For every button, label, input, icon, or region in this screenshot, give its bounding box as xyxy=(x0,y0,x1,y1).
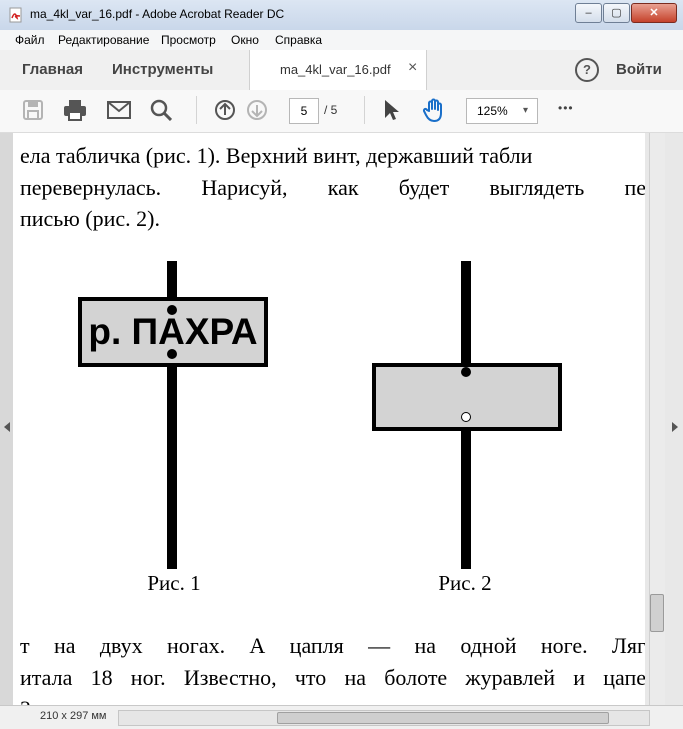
save-icon[interactable] xyxy=(22,99,44,121)
menu-edit[interactable]: Редактирование xyxy=(58,33,149,47)
minimize-button[interactable]: – xyxy=(575,3,602,23)
tab-title: ma_4kl_var_16.pdf xyxy=(280,62,391,77)
maximize-button[interactable]: ▢ xyxy=(603,3,630,23)
text-line: итала 18 ног. Известно, что на болоте жу… xyxy=(20,665,645,690)
chevron-down-icon: ▾ xyxy=(523,105,529,116)
toolbar-divider xyxy=(196,96,197,124)
vertical-scrollbar-thumb[interactable] xyxy=(650,594,664,632)
document-page: ела табличка (рис. 1). Верхний винт, дер… xyxy=(13,133,645,705)
horizontal-scrollbar-thumb[interactable] xyxy=(277,712,609,724)
menu-bar: Файл Редактирование Просмотр Окно Справк… xyxy=(0,30,683,51)
nav-tools[interactable]: Инструменты xyxy=(112,61,213,78)
fig2-screw-filled xyxy=(461,367,471,377)
text-line: 2 xyxy=(20,696,645,705)
menu-file[interactable]: Файл xyxy=(15,33,45,47)
print-icon[interactable] xyxy=(63,99,87,121)
email-icon[interactable] xyxy=(107,101,131,119)
nav-bar: Главная Инструменты ma_4kl_var_16.pdf × … xyxy=(0,50,683,91)
more-tools-icon[interactable]: ••• xyxy=(558,101,574,115)
fig1-screw-bottom xyxy=(167,349,177,359)
left-panel-strip xyxy=(0,133,13,705)
status-bar: 210 x 297 мм xyxy=(0,705,683,729)
nav-home[interactable]: Главная xyxy=(22,61,83,78)
menu-view[interactable]: Просмотр xyxy=(161,33,216,47)
expand-right-panel-icon[interactable] xyxy=(671,421,679,433)
zoom-value: 125% xyxy=(477,104,508,118)
close-button[interactable]: ✕ xyxy=(631,3,677,23)
text-line: перевернулась. Нарисуй, как будет выгляд… xyxy=(20,175,645,200)
help-icon[interactable]: ? xyxy=(575,58,599,82)
pdf-file-icon xyxy=(9,7,22,23)
page-up-icon[interactable] xyxy=(214,99,236,121)
page-size-label: 210 x 297 мм xyxy=(40,710,107,722)
hand-tool-icon[interactable] xyxy=(422,97,448,123)
fig1-sign-text: р. ПАХРА xyxy=(88,311,258,352)
page-number-input[interactable]: 5 xyxy=(289,98,319,124)
title-bar: ma_4kl_var_16.pdf - Adobe Acrobat Reader… xyxy=(0,0,683,31)
page-down-icon[interactable] xyxy=(246,99,268,121)
expand-left-panel-icon[interactable] xyxy=(3,421,11,433)
zoom-select[interactable]: 125% ▾ xyxy=(466,98,538,124)
fig1-screw-top xyxy=(167,305,177,315)
search-icon[interactable] xyxy=(150,99,172,121)
horizontal-scrollbar[interactable] xyxy=(118,710,650,726)
text-line: писью (рис. 2). xyxy=(20,206,160,231)
toolbar-divider xyxy=(364,96,365,124)
menu-help[interactable]: Справка xyxy=(275,33,322,47)
fig1-caption: Рис. 1 xyxy=(147,571,201,595)
sign-in-link[interactable]: Войти xyxy=(616,61,662,78)
tab-document[interactable]: ma_4kl_var_16.pdf × xyxy=(249,50,427,90)
select-cursor-icon[interactable] xyxy=(382,98,400,122)
tab-close-icon[interactable]: × xyxy=(408,59,417,77)
fig2-caption: Рис. 2 xyxy=(438,571,492,595)
toolbar: 5 / 5 125% ▾ ••• xyxy=(0,90,683,133)
text-line: ела табличка (рис. 1). Верхний винт, дер… xyxy=(20,143,533,168)
text-line: т на двух ногах. А цапля — на одной ноге… xyxy=(20,633,645,658)
page-total: / 5 xyxy=(324,103,338,117)
window-title: ma_4kl_var_16.pdf - Adobe Acrobat Reader… xyxy=(30,7,285,21)
menu-window[interactable]: Окно xyxy=(231,33,259,47)
fig2-screw-hole xyxy=(461,412,471,422)
